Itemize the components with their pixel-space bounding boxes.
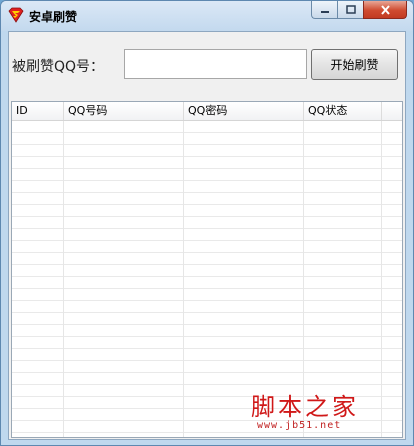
column-header-qq-status[interactable]: QQ状态 xyxy=(304,102,382,120)
window-controls xyxy=(311,1,407,21)
close-icon xyxy=(380,4,390,15)
site-watermark: 脚本之家 www.jb51.net xyxy=(251,387,359,431)
table-header: ID QQ号码 QQ密码 QQ状态 xyxy=(12,102,402,121)
client-area: 被刷赞QQ号： 开始刷赞 ID QQ号码 QQ密码 QQ状态 xyxy=(8,31,406,440)
qq-number-input[interactable] xyxy=(124,49,307,79)
app-window: 安卓刷赞 被刷赞QQ号： 开始刷赞 ID QQ号码 QQ密码 QQ状态 脚本之家… xyxy=(0,0,414,446)
minimize-button[interactable] xyxy=(311,1,337,19)
column-header-id[interactable]: ID xyxy=(12,102,64,120)
column-header-qq-password[interactable]: QQ密码 xyxy=(184,102,304,120)
superman-shield-icon xyxy=(8,7,24,23)
title-bar[interactable]: 安卓刷赞 xyxy=(1,1,413,31)
start-like-button[interactable]: 开始刷赞 xyxy=(311,49,398,80)
close-button[interactable] xyxy=(363,1,407,19)
column-divider xyxy=(381,121,382,437)
column-divider xyxy=(183,121,184,437)
maximize-icon xyxy=(345,5,356,14)
qq-number-label: 被刷赞QQ号： xyxy=(12,59,105,75)
watermark-text: 脚本之家 xyxy=(251,393,359,421)
column-divider xyxy=(63,121,64,437)
maximize-button[interactable] xyxy=(337,1,363,19)
window-title: 安卓刷赞 xyxy=(29,10,78,24)
column-header-qq-number[interactable]: QQ号码 xyxy=(64,102,184,120)
minimize-icon xyxy=(320,10,329,13)
